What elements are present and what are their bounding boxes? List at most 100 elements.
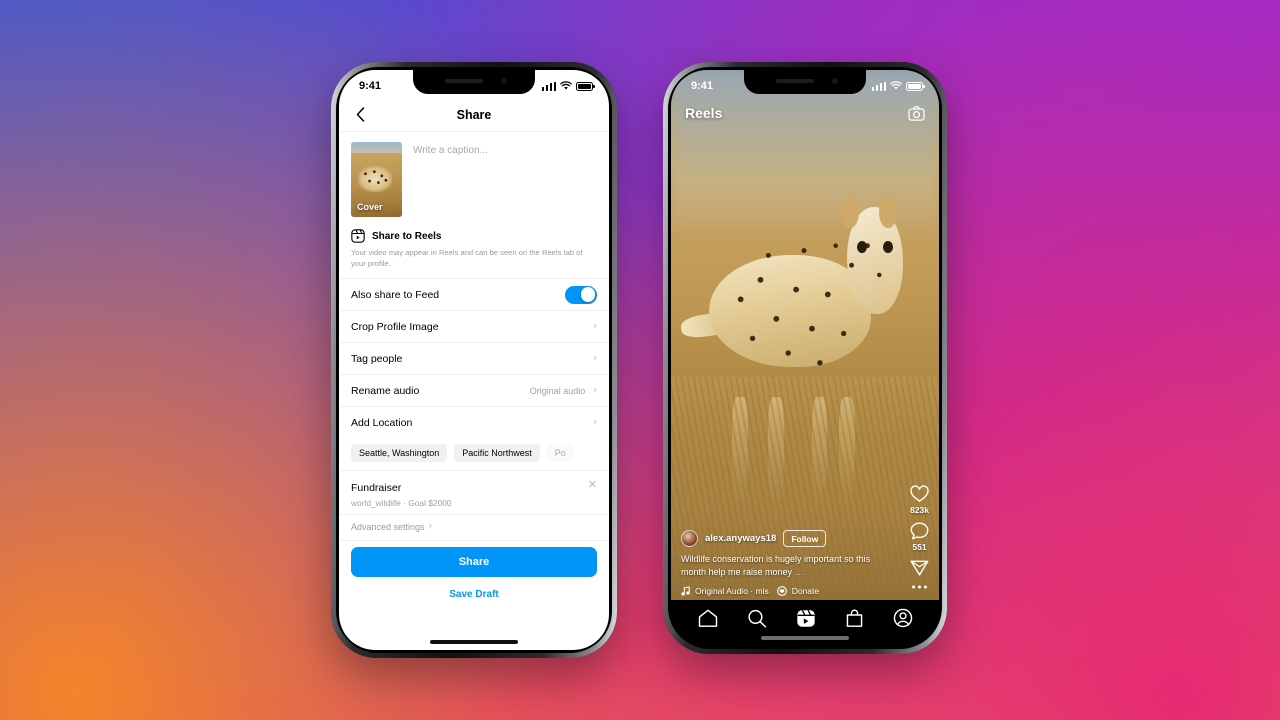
screenshot-stage: 9:41 Share Cover Write a caption... Shar… bbox=[0, 0, 1280, 720]
advanced-settings-row[interactable]: Advanced settings › bbox=[339, 514, 609, 540]
comment-action[interactable]: 551 bbox=[910, 522, 929, 552]
row-crop-profile-image[interactable]: Crop Profile Image › bbox=[339, 310, 609, 342]
audio-label[interactable]: Original Audio · mis bbox=[695, 586, 769, 596]
speaker-grill bbox=[776, 79, 814, 83]
row-tag-people[interactable]: Tag people › bbox=[339, 342, 609, 374]
chevron-right-icon: › bbox=[593, 320, 597, 332]
front-camera bbox=[501, 78, 507, 84]
donate-icon bbox=[776, 586, 787, 596]
wifi-icon bbox=[560, 81, 572, 90]
home-indicator bbox=[761, 636, 849, 640]
right-phone-screen: 9:41 Reels 823k 551 alex.anyways18 Follo… bbox=[671, 70, 939, 646]
battery-icon bbox=[576, 81, 595, 91]
comment-count: 551 bbox=[912, 542, 927, 552]
heart-icon bbox=[910, 485, 929, 502]
tab-home[interactable] bbox=[698, 609, 718, 628]
fundraiser-title: Fundraiser bbox=[351, 482, 402, 494]
back-button[interactable] bbox=[349, 104, 371, 126]
share-screen: 9:41 Share Cover Write a caption... Shar… bbox=[339, 70, 609, 650]
cover-thumbnail[interactable]: Cover bbox=[351, 142, 402, 217]
reels-screen: 9:41 Reels 823k 551 alex.anyways18 Follo… bbox=[671, 70, 939, 646]
home-icon bbox=[698, 609, 717, 627]
close-icon[interactable]: ✕ bbox=[588, 478, 597, 491]
reels-icon bbox=[796, 609, 815, 627]
tab-search[interactable] bbox=[747, 609, 767, 628]
chevron-left-icon bbox=[356, 107, 364, 122]
avatar[interactable] bbox=[681, 530, 698, 548]
search-icon bbox=[747, 609, 766, 627]
chevron-right-icon: › bbox=[593, 384, 597, 396]
share-action[interactable] bbox=[910, 559, 929, 577]
fundraiser-row[interactable]: Fundraiser world_wildlife · Goal $2000 ✕ bbox=[339, 470, 609, 514]
row-right: Original audio › bbox=[530, 385, 597, 396]
row-label: Add Location bbox=[351, 416, 413, 429]
reels-header: Reels bbox=[671, 98, 939, 128]
caption-input[interactable]: Write a caption... bbox=[413, 142, 597, 217]
reel-caption[interactable]: Wildlife conservation is hugely importan… bbox=[681, 553, 885, 579]
more-options-action[interactable] bbox=[911, 584, 928, 590]
tab-shop[interactable] bbox=[845, 609, 864, 628]
tab-reels[interactable] bbox=[796, 609, 816, 628]
cta-section: Share Save Draft bbox=[339, 540, 609, 600]
cover-cheetah bbox=[358, 166, 392, 192]
row-label: Tag people bbox=[351, 352, 403, 365]
share-to-reels-description: Your video may appear in Reels and can b… bbox=[351, 248, 583, 268]
music-note-icon bbox=[681, 586, 690, 596]
navigation-bar: Share bbox=[339, 98, 609, 132]
reels-title: Reels bbox=[685, 105, 723, 121]
caption-more[interactable]: … bbox=[795, 567, 804, 577]
reel-video[interactable] bbox=[671, 70, 939, 600]
cellular-bars-icon bbox=[541, 81, 556, 91]
rename-audio-value: Original audio bbox=[529, 385, 586, 396]
reel-author-row: alex.anyways18 Follow bbox=[681, 530, 885, 548]
save-draft-button[interactable]: Save Draft bbox=[351, 577, 597, 600]
cellular-bars-icon bbox=[871, 81, 886, 91]
location-chip[interactable]: Seattle, Washington bbox=[351, 444, 448, 462]
chevron-right-icon: › bbox=[593, 352, 597, 364]
camera-icon[interactable] bbox=[908, 105, 925, 121]
left-phone-device: 9:41 Share Cover Write a caption... Shar… bbox=[331, 62, 617, 658]
location-chip[interactable]: Po bbox=[546, 444, 574, 462]
chevron-right-icon: › bbox=[428, 520, 433, 532]
fundraiser-subtitle: world_wildlife · Goal $2000 bbox=[351, 498, 452, 508]
row-label: Crop Profile Image bbox=[351, 320, 439, 333]
like-count: 823k bbox=[910, 505, 929, 515]
status-icons bbox=[871, 81, 925, 91]
reels-icon bbox=[351, 229, 365, 243]
battery-icon bbox=[906, 81, 925, 91]
status-time: 9:41 bbox=[359, 80, 382, 92]
row-label: Also share to Feed bbox=[351, 288, 440, 301]
location-suggestions: Seattle, Washington Pacific Northwest Po bbox=[339, 438, 609, 470]
reel-info-overlay: alex.anyways18 Follow Wildlife conservat… bbox=[681, 530, 885, 596]
tab-profile[interactable] bbox=[893, 608, 913, 628]
share-button[interactable]: Share bbox=[351, 547, 597, 577]
row-also-share-to-feed[interactable]: Also share to Feed bbox=[339, 278, 609, 310]
reel-audio-row: Original Audio · mis Donate bbox=[681, 586, 885, 596]
username[interactable]: alex.anyways18 bbox=[705, 533, 776, 544]
reel-caption-text: Wildlife conservation is hugely importan… bbox=[681, 554, 871, 578]
chevron-right-icon: › bbox=[593, 416, 597, 428]
home-indicator bbox=[430, 640, 518, 644]
advanced-settings-label: Advanced settings bbox=[351, 521, 425, 532]
also-share-to-feed-toggle[interactable] bbox=[565, 285, 597, 304]
comment-icon bbox=[910, 522, 929, 540]
share-to-reels-header: Share to Reels bbox=[339, 225, 609, 243]
speaker-grill bbox=[445, 79, 483, 83]
location-chip[interactable]: Pacific Northwest bbox=[454, 444, 540, 462]
row-rename-audio[interactable]: Rename audio Original audio › bbox=[339, 374, 609, 406]
cover-label: Cover bbox=[357, 202, 383, 212]
more-options-icon bbox=[912, 585, 927, 589]
right-phone-device: 9:41 Reels 823k 551 alex.anyways18 Follo… bbox=[663, 62, 947, 654]
page-title: Share bbox=[456, 107, 492, 122]
status-time: 9:41 bbox=[691, 80, 714, 92]
fundraiser-text: Fundraiser world_wildlife · Goal $2000 bbox=[351, 478, 452, 508]
follow-button[interactable]: Follow bbox=[783, 530, 827, 548]
status-icons bbox=[541, 81, 595, 91]
notch bbox=[413, 70, 535, 94]
like-action[interactable]: 823k bbox=[910, 485, 929, 515]
row-add-location[interactable]: Add Location › bbox=[339, 406, 609, 438]
donate-label[interactable]: Donate bbox=[792, 586, 819, 596]
share-paperplane-icon bbox=[910, 560, 929, 576]
row-label: Rename audio bbox=[351, 384, 420, 397]
reels-action-rail: 823k 551 bbox=[910, 485, 929, 590]
